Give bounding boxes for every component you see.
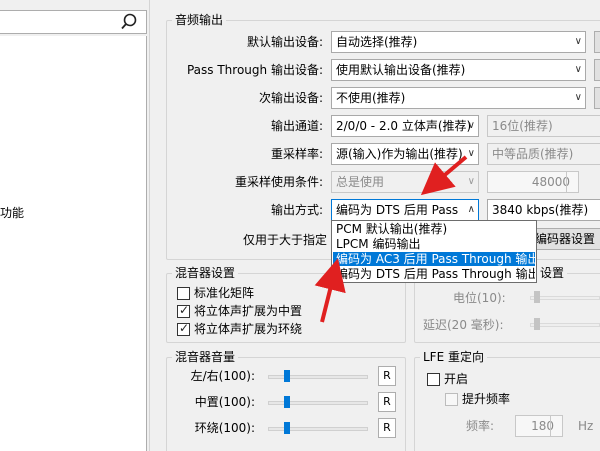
check-icon: ✓: [179, 303, 190, 317]
channel-select[interactable]: 2/0/0 - 2.0 立体声(推荐) ∨: [331, 115, 479, 137]
option-lpcm[interactable]: LPCM 编码输出: [333, 237, 535, 251]
passthrough-device-extra-button[interactable]: [594, 59, 600, 81]
resample-threshold-spinner[interactable]: 48000: [487, 171, 579, 193]
check-icon: ✓: [179, 321, 190, 335]
default-device-extra-button[interactable]: [594, 31, 600, 53]
delay-label: 延迟(20 毫秒):: [423, 318, 504, 332]
chevron-down-icon: ∨: [467, 176, 475, 187]
output-mode-select[interactable]: 编码为 DTS 后用 Pass Through 输出 ∧: [331, 199, 479, 221]
freq-unit: Hz: [578, 419, 594, 433]
level-slider-thumb[interactable]: [534, 291, 540, 303]
resample-rate-label: 重采样率:: [270, 147, 323, 161]
resample-condition-select[interactable]: 总是使用 ∨: [331, 171, 479, 193]
center-volume-label: 中置(100):: [194, 395, 255, 409]
output-mode-dropdown-list[interactable]: PCM 默认输出(推荐) LPCM 编码输出 编码为 AC3 后用 Pass T…: [331, 220, 537, 283]
left-right-reset-button[interactable]: R: [378, 366, 396, 386]
normalize-matrix-checkbox[interactable]: [177, 287, 190, 300]
resample-rate-select[interactable]: 源(输入)作为输出(推荐) ∨: [331, 143, 479, 165]
encoder-settings-button[interactable]: 编码器设置: [526, 228, 600, 250]
mixer-volume-title: 混音器音量: [172, 350, 239, 364]
tree-item-fragment[interactable]: 功能: [0, 204, 24, 221]
audio-output-title: 音频输出: [172, 13, 227, 27]
passthrough-device-label: Pass Through 输出设备:: [186, 63, 323, 77]
option-pcm-default[interactable]: PCM 默认输出(推荐): [333, 222, 535, 236]
secondary-device-label: 次输出设备:: [258, 91, 323, 105]
freq-spinner[interactable]: 180: [515, 415, 563, 437]
lfe-enable-label[interactable]: 开启: [444, 371, 468, 387]
option-ac3-passthrough[interactable]: 编码为 AC3 后用 Pass Through 输出: [333, 252, 535, 266]
expand-surround-checkbox[interactable]: ✓: [177, 321, 190, 336]
delay-slider-track[interactable]: [530, 323, 600, 327]
left-panel: 功能: [0, 0, 150, 451]
resample-condition-label: 重采样使用条件:: [234, 175, 323, 189]
center-reset-button[interactable]: R: [378, 392, 396, 412]
resample-quality-select[interactable]: 中等品质(推荐): [487, 143, 600, 165]
level-slider-track[interactable]: [530, 296, 600, 300]
surround-reset-button[interactable]: R: [378, 418, 396, 438]
left-right-volume-thumb[interactable]: [283, 370, 290, 382]
boost-freq-label[interactable]: 提升频率: [462, 391, 510, 407]
settings-tree-list[interactable]: 功能: [0, 36, 147, 451]
delay-slider-thumb[interactable]: [534, 318, 540, 330]
lfe-title: LFE 重定向: [420, 350, 487, 364]
search-icon[interactable]: [120, 13, 138, 31]
search-box[interactable]: [0, 10, 147, 34]
freq-label: 频率:: [466, 419, 495, 433]
option-dts-passthrough[interactable]: 编码为 DTS 后用 Pass Through 输出: [333, 267, 535, 281]
lfe-enable-checkbox[interactable]: [427, 373, 440, 386]
secondary-device-extra-button[interactable]: [594, 87, 600, 109]
default-device-select[interactable]: 自动选择(推荐) ∨: [331, 31, 586, 53]
surround-volume-label: 环绕(100):: [194, 421, 255, 435]
left-right-volume-label: 左/右(100):: [190, 369, 255, 383]
expand-center-checkbox[interactable]: ✓: [177, 303, 190, 318]
chevron-down-icon: ∨: [467, 148, 475, 159]
chevron-up-icon: ∧: [467, 204, 475, 215]
chevron-down-icon: ∨: [574, 64, 582, 75]
bit-depth-select[interactable]: 16位(推荐): [487, 115, 600, 137]
expand-surround-label[interactable]: 将立体声扩展为环绕: [194, 321, 302, 337]
secondary-device-select[interactable]: 不使用(推荐) ∨: [331, 87, 586, 109]
default-device-label: 默认输出设备:: [246, 35, 323, 49]
spinner-arrows[interactable]: [566, 171, 578, 193]
mixer-settings-title: 混音器设置: [172, 266, 239, 280]
chevron-down-icon: ∨: [574, 36, 582, 47]
normalize-matrix-label[interactable]: 标准化矩阵: [194, 285, 254, 301]
bitrate-select[interactable]: 3840 kbps(推荐): [487, 199, 600, 221]
boost-freq-checkbox[interactable]: [445, 393, 458, 406]
channel-label: 输出通道:: [270, 119, 323, 133]
center-volume-thumb[interactable]: [283, 396, 290, 408]
output-mode-label: 输出方式:: [270, 203, 323, 217]
spinner-arrows[interactable]: [550, 415, 562, 437]
surround-volume-thumb[interactable]: [283, 422, 290, 434]
level-label: 电位(10):: [453, 291, 506, 305]
right-settings-title: 设置: [537, 266, 568, 280]
expand-center-label[interactable]: 将立体声扩展为中置: [194, 303, 302, 319]
panel-divider: [149, 0, 150, 451]
chevron-down-icon: ∨: [574, 92, 582, 103]
only-for-label: 仅用于大于指定: [243, 233, 328, 247]
chevron-down-icon: ∨: [467, 120, 475, 131]
passthrough-device-select[interactable]: 使用默认输出设备(推荐) ∨: [331, 59, 586, 81]
